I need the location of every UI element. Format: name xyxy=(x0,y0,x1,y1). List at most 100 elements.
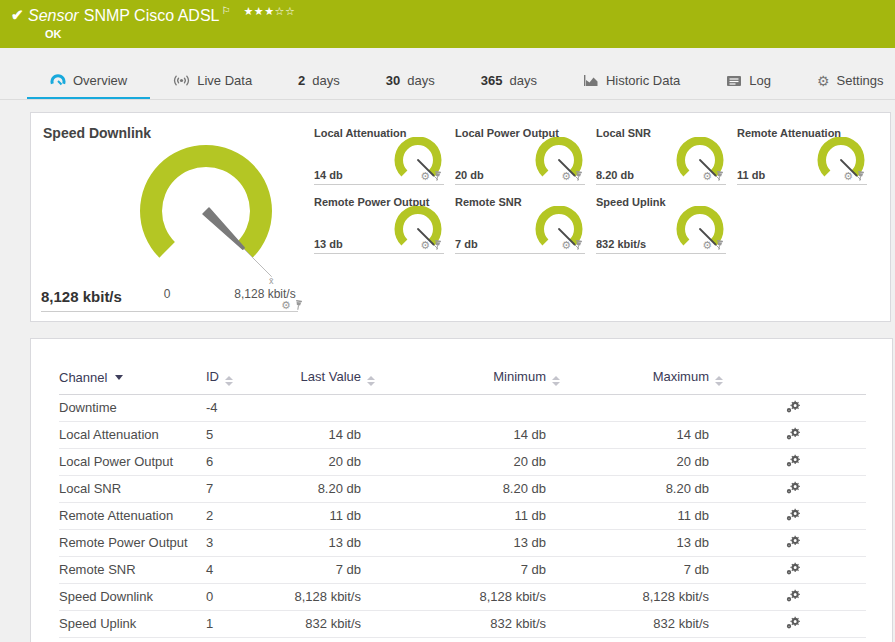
gauge-settings-gear-icon[interactable]: ⚙ xyxy=(561,171,571,182)
main-gauge-speed-downlink[interactable]: Speed Downlink x̄ 8,128 kbit/s 0 8,128 k… xyxy=(41,123,301,313)
gauges-panel: Speed Downlink x̄ 8,128 kbit/s 0 8,128 k… xyxy=(30,112,891,322)
small-gauge-local-attenuation[interactable]: Local Attenuation 14 db ⚙ xyxy=(314,127,444,185)
channel-settings-cell[interactable] xyxy=(721,448,866,475)
maximum-cell: 13 db xyxy=(558,529,721,556)
minimum-cell xyxy=(373,394,558,421)
column-header-last-value[interactable]: Last Value xyxy=(268,361,373,394)
gauge-settings-gear-icon[interactable]: ⚙ xyxy=(281,300,291,311)
channel-settings-gears-icon xyxy=(786,616,801,629)
channel-cell[interactable]: Remote Attenuation xyxy=(59,502,206,529)
gauge-value: 8,128 kbit/s xyxy=(41,288,122,305)
gauge-title: Remote SNR xyxy=(455,196,522,208)
gauge-title: Local SNR xyxy=(596,127,651,139)
gauge-settings-gear-icon[interactable]: ⚙ xyxy=(702,240,712,251)
sort-desc-icon xyxy=(115,375,123,380)
maximum-cell: 8.20 db xyxy=(558,475,721,502)
channel-settings-cell[interactable] xyxy=(721,421,866,448)
tab-overview[interactable]: Overview xyxy=(27,62,150,99)
column-header-minimum[interactable]: Minimum xyxy=(373,361,558,394)
pin-icon[interactable] xyxy=(715,240,724,251)
minimum-cell: 11 db xyxy=(373,502,558,529)
channel-cell[interactable]: Local SNR xyxy=(59,475,206,502)
minimum-cell: 14 db xyxy=(373,421,558,448)
gauge-value: 13 db xyxy=(314,238,343,250)
channel-settings-cell[interactable] xyxy=(721,583,866,610)
tab-2-days[interactable]: 2days xyxy=(275,62,363,99)
sensor-status-badge: OK xyxy=(45,28,62,40)
pin-icon[interactable] xyxy=(433,240,442,251)
last-value-cell: 7 db xyxy=(268,556,373,583)
pin-icon[interactable] xyxy=(715,171,724,182)
maximum-cell: 20 db xyxy=(558,448,721,475)
sensor-header-bar: ✔ SensorSNMP Cisco ADSL⚐★★★☆☆ OK xyxy=(0,0,895,48)
channel-cell[interactable]: Remote Power Output xyxy=(59,529,206,556)
tab-log[interactable]: Log xyxy=(703,62,794,99)
last-value-cell: 832 kbit/s xyxy=(268,610,373,637)
tab-live-data[interactable]: Live Data xyxy=(150,62,275,99)
pin-icon[interactable] xyxy=(574,171,583,182)
gauge-settings-gear-icon[interactable]: ⚙ xyxy=(420,171,430,182)
priority-stars[interactable]: ★★★☆☆ xyxy=(243,5,295,18)
pin-icon[interactable] xyxy=(574,240,583,251)
gauge-settings-gear-icon[interactable]: ⚙ xyxy=(843,171,853,182)
gauge-max-label: 8,128 kbit/s xyxy=(220,287,310,301)
id-cell: 7 xyxy=(206,475,268,502)
column-header-channel[interactable]: Channel xyxy=(59,361,206,394)
tab-historic-data[interactable]: Historic Data xyxy=(560,62,703,99)
sort-icon xyxy=(715,376,723,386)
channel-settings-gears-icon xyxy=(786,400,801,413)
channel-cell[interactable]: Local Power Output xyxy=(59,448,206,475)
channel-cell[interactable]: Downtime xyxy=(59,394,206,421)
column-header-id[interactable]: ID xyxy=(206,361,268,394)
table-row: Remote Attenuation211 db11 db11 db xyxy=(59,502,866,529)
gauge-settings-gear-icon[interactable]: ⚙ xyxy=(702,171,712,182)
last-value-cell: 8,128 kbit/s xyxy=(268,583,373,610)
table-row: Remote Power Output313 db13 db13 db xyxy=(59,529,866,556)
maximum-cell: 14 db xyxy=(558,421,721,448)
sort-icon xyxy=(552,376,560,386)
gauge-settings-gear-icon[interactable]: ⚙ xyxy=(420,240,430,251)
tab-30-days[interactable]: 30days xyxy=(363,62,458,99)
gauge-settings-gear-icon[interactable]: ⚙ xyxy=(561,240,571,251)
tab-settings[interactable]: ⚙ Settings xyxy=(794,62,895,99)
channel-cell[interactable]: Speed Uplink xyxy=(59,610,206,637)
gauge-min-label: 0 xyxy=(147,287,187,301)
tab-365-days[interactable]: 365days xyxy=(458,62,560,99)
small-gauge-local-snr[interactable]: Local SNR 8.20 db ⚙ xyxy=(596,127,726,185)
small-gauge-remote-snr[interactable]: Remote SNR 7 db ⚙ xyxy=(455,196,585,254)
small-gauge-speed-uplink[interactable]: Speed Uplink 832 kbit/s ⚙ xyxy=(596,196,726,254)
column-header-maximum[interactable]: Maximum xyxy=(558,361,721,394)
channel-settings-gears-icon xyxy=(786,454,801,467)
channel-settings-cell[interactable] xyxy=(721,556,866,583)
minimum-cell: 8.20 db xyxy=(373,475,558,502)
table-row: Speed Downlink08,128 kbit/s8,128 kbit/s8… xyxy=(59,583,866,610)
small-gauge-remote-power-output[interactable]: Remote Power Output 13 db ⚙ xyxy=(314,196,444,254)
average-marker: x̄ xyxy=(269,276,274,286)
channel-settings-cell[interactable] xyxy=(721,394,866,421)
pin-icon[interactable] xyxy=(856,171,865,182)
channel-cell[interactable]: Remote SNR xyxy=(59,556,206,583)
gauge-value: 8.20 db xyxy=(596,169,634,181)
table-row: Local SNR78.20 db8.20 db8.20 db xyxy=(59,475,866,502)
channel-cell[interactable]: Local Attenuation xyxy=(59,421,206,448)
last-value-cell: 8.20 db xyxy=(268,475,373,502)
pin-icon[interactable] xyxy=(433,171,442,182)
channel-settings-cell[interactable] xyxy=(721,610,866,637)
status-ok-check-icon: ✔ xyxy=(11,6,24,24)
channel-settings-gears-icon xyxy=(786,508,801,521)
small-gauge-local-power-output[interactable]: Local Power Output 20 db ⚙ xyxy=(455,127,585,185)
broadcast-icon xyxy=(173,74,190,87)
flag-icon[interactable]: ⚐ xyxy=(221,5,230,16)
gauge-value: 11 db xyxy=(737,169,765,181)
channel-settings-cell[interactable] xyxy=(721,502,866,529)
tab-bar: Overview Live Data 2days 30days 365days … xyxy=(0,62,895,100)
small-gauge-remote-attenuation[interactable]: Remote Attenuation 11 db ⚙ xyxy=(737,127,867,185)
id-cell: 1 xyxy=(206,610,268,637)
table-row: Speed Uplink1832 kbit/s832 kbit/s832 kbi… xyxy=(59,610,866,637)
pin-icon[interactable] xyxy=(294,300,303,311)
channel-settings-cell[interactable] xyxy=(721,529,866,556)
channel-cell[interactable]: Speed Downlink xyxy=(59,583,206,610)
maximum-cell xyxy=(558,394,721,421)
minimum-cell: 7 db xyxy=(373,556,558,583)
channel-settings-cell[interactable] xyxy=(721,475,866,502)
